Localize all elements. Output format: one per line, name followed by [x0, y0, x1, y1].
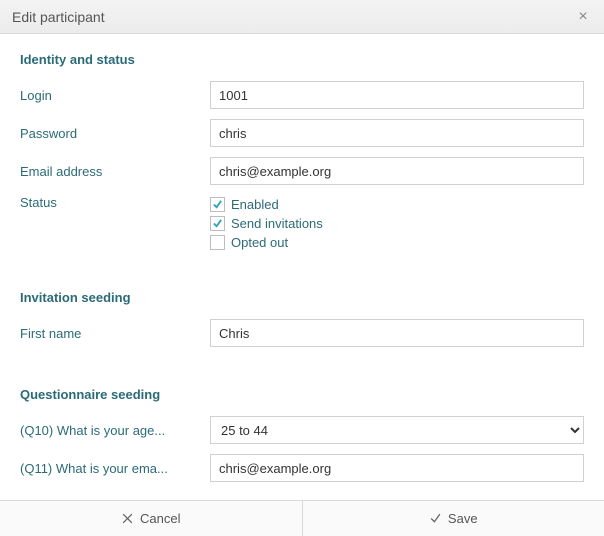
status-enabled-checkbox[interactable] — [210, 197, 225, 212]
first-name-label: First name — [20, 326, 210, 341]
section-invitation-title: Invitation seeding — [20, 290, 584, 305]
check-icon — [212, 199, 223, 210]
tick-icon — [429, 512, 442, 525]
section-questionnaire-title: Questionnaire seeding — [20, 387, 584, 402]
row-email: Email address — [20, 157, 584, 185]
status-opted-out-item: Opted out — [210, 235, 584, 250]
status-send-invitations-label: Send invitations — [231, 216, 323, 231]
section-identity-title: Identity and status — [20, 52, 584, 67]
password-input[interactable] — [210, 119, 584, 147]
status-opted-out-checkbox[interactable] — [210, 235, 225, 250]
cancel-button-label: Cancel — [140, 511, 180, 526]
close-icon: × — [578, 8, 587, 25]
row-status: Status Enabled Send invitations — [20, 195, 584, 250]
check-icon — [212, 218, 223, 229]
status-label: Status — [20, 195, 210, 210]
q10-select[interactable]: 25 to 44 — [210, 416, 584, 444]
row-login: Login — [20, 81, 584, 109]
close-button[interactable]: × — [574, 9, 592, 25]
login-label: Login — [20, 88, 210, 103]
row-password: Password — [20, 119, 584, 147]
dialog-footer: Cancel Save — [0, 500, 604, 536]
dialog-titlebar: Edit participant × — [0, 0, 604, 34]
q11-input[interactable] — [210, 454, 584, 482]
q10-label: (Q10) What is your age... — [20, 423, 210, 438]
status-enabled-item: Enabled — [210, 197, 584, 212]
status-checklist: Enabled Send invitations Opted out — [210, 195, 584, 250]
status-send-invitations-item: Send invitations — [210, 216, 584, 231]
first-name-input[interactable] — [210, 319, 584, 347]
cancel-button[interactable]: Cancel — [0, 501, 302, 536]
dialog-content: Identity and status Login Password Email… — [0, 34, 604, 500]
email-input[interactable] — [210, 157, 584, 185]
row-q11: (Q11) What is your ema... — [20, 454, 584, 482]
status-send-invitations-checkbox[interactable] — [210, 216, 225, 231]
login-input[interactable] — [210, 81, 584, 109]
row-first-name: First name — [20, 319, 584, 347]
row-q10: (Q10) What is your age... 25 to 44 — [20, 416, 584, 444]
save-button[interactable]: Save — [302, 501, 604, 536]
status-opted-out-label: Opted out — [231, 235, 288, 250]
dialog-title: Edit participant — [12, 9, 574, 25]
save-button-label: Save — [448, 511, 478, 526]
cross-icon — [121, 512, 134, 525]
q11-label: (Q11) What is your ema... — [20, 461, 210, 476]
email-label: Email address — [20, 164, 210, 179]
password-label: Password — [20, 126, 210, 141]
status-enabled-label: Enabled — [231, 197, 279, 212]
